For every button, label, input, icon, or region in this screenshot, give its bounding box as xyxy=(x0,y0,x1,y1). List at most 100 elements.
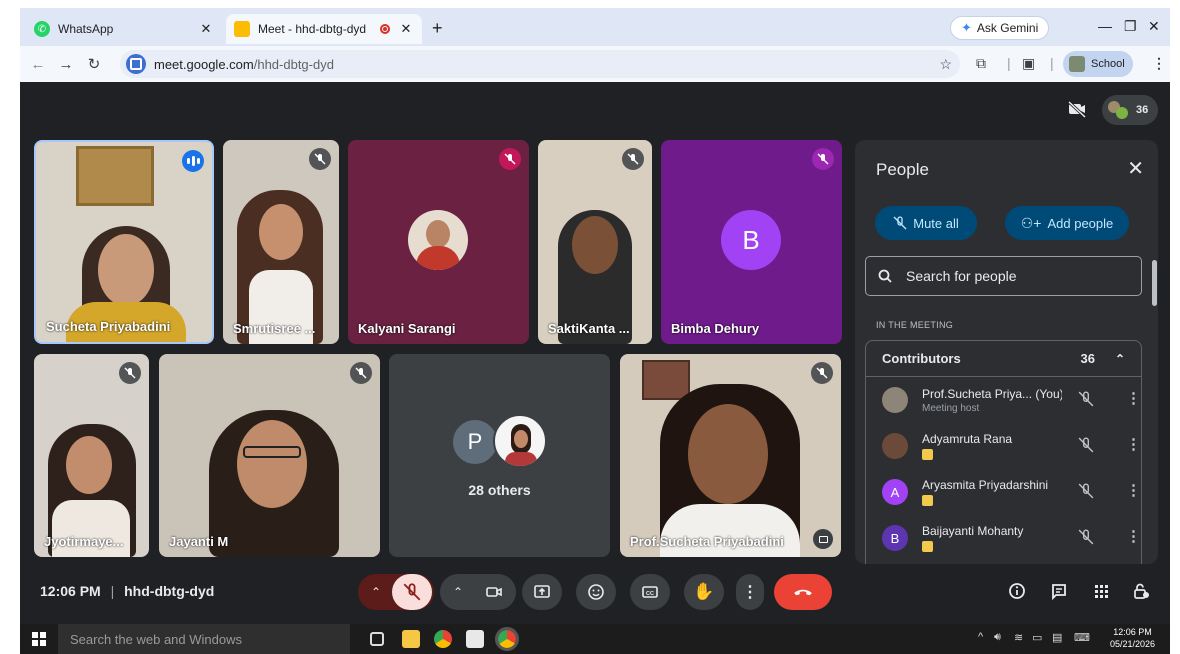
video-tile[interactable]: Smrutisree ... xyxy=(223,140,339,344)
host-controls-button[interactable] xyxy=(1126,576,1156,606)
panel-scrollbar[interactable] xyxy=(1152,260,1157,306)
more-options-button[interactable]: ⋮ xyxy=(736,574,764,610)
close-tab-icon[interactable]: ✕ xyxy=(198,21,214,37)
participant-name: Adyamruta Rana xyxy=(922,432,1013,446)
mic-off-icon xyxy=(893,216,907,230)
add-people-button[interactable]: ⚇+ Add people xyxy=(1005,206,1129,240)
browser-window: ✆ WhatsApp ✕ Meet - hhd-dbtg-dyd ✕ + ✦ A… xyxy=(20,8,1170,654)
bookmark-star-icon[interactable]: ☆ xyxy=(939,56,952,73)
add-person-icon: ⚇+ xyxy=(1020,214,1042,231)
video-tile[interactable]: B Bimba Dehury xyxy=(661,140,842,344)
participant-row[interactable]: B Baijayanti Mohanty ⋮ xyxy=(866,515,1141,561)
chrome-icon[interactable] xyxy=(434,630,452,648)
tile-name: SaktiKanta ... xyxy=(548,321,630,336)
store-icon[interactable] xyxy=(466,630,484,648)
volume-icon[interactable]: 🔊︎ xyxy=(994,631,1001,644)
raise-hand-button[interactable]: ✋ xyxy=(684,574,724,610)
file-explorer-icon[interactable] xyxy=(402,630,420,648)
back-icon[interactable]: ← xyxy=(24,56,52,73)
tab-title: Meet - hhd-dbtg-dyd xyxy=(258,22,367,36)
video-tile[interactable]: Kalyani Sarangi xyxy=(348,140,529,344)
mic-off-icon[interactable] xyxy=(1078,391,1094,407)
close-window-button[interactable]: ✕ xyxy=(1148,18,1160,35)
participant-row[interactable]: A Aryasmita Priyadarshini ⋮ xyxy=(866,469,1141,515)
recording-icon xyxy=(380,24,390,34)
chat-button[interactable] xyxy=(1044,576,1074,606)
person-face xyxy=(259,204,303,260)
person-face xyxy=(572,216,618,274)
captions-button[interactable]: CC xyxy=(630,574,670,610)
meeting-info: 12:06 PM | hhd-dbtg-dyd xyxy=(40,583,214,599)
camera-off-indicator-icon[interactable] xyxy=(1066,98,1090,130)
tab-title: WhatsApp xyxy=(58,22,114,36)
keyboard-icon[interactable]: ⌨ xyxy=(1074,631,1090,644)
notes-icon[interactable]: ▤ xyxy=(1052,631,1062,644)
mute-all-button[interactable]: Mute all xyxy=(875,206,977,240)
profile-photo xyxy=(493,414,547,468)
expand-tile-icon[interactable] xyxy=(813,529,833,549)
more-options-icon[interactable]: ⋮ xyxy=(1126,481,1141,499)
activities-button[interactable] xyxy=(1086,576,1116,606)
reload-icon[interactable]: ↻ xyxy=(80,55,108,73)
tile-name: Bimba Dehury xyxy=(671,321,760,336)
present-screen-button[interactable] xyxy=(522,574,562,610)
leave-call-button[interactable] xyxy=(774,574,832,610)
restore-button[interactable]: ❐ xyxy=(1124,18,1137,35)
task-view-icon[interactable] xyxy=(370,632,384,646)
chrome-active-icon[interactable] xyxy=(495,627,519,651)
wifi-icon[interactable]: ≋ xyxy=(1014,631,1023,644)
more-options-icon[interactable]: ⋮ xyxy=(1126,435,1141,453)
video-tile[interactable]: Prof.Sucheta Priyabadini xyxy=(620,354,841,557)
video-tile[interactable]: SaktiKanta ... xyxy=(538,140,652,344)
address-bar[interactable]: meet.google.com/hhd-dbtg-dyd ☆ xyxy=(120,50,960,78)
close-tab-icon[interactable]: ✕ xyxy=(398,21,414,37)
more-options-icon[interactable]: ⋮ xyxy=(1126,527,1141,545)
ask-gemini-button[interactable]: ✦ Ask Gemini xyxy=(950,16,1050,40)
tray-chevron-icon[interactable]: ^ xyxy=(978,631,983,643)
participant-row[interactable]: Adyamruta Rana ⋮ xyxy=(866,423,1141,469)
participant-row[interactable]: Prof.Sucheta Priya... (You) Meeting host… xyxy=(866,377,1141,423)
minimize-button[interactable]: — xyxy=(1098,18,1112,34)
mic-options-chevron-icon[interactable]: ⌃ xyxy=(360,585,392,599)
section-label: IN THE MEETING xyxy=(876,320,954,330)
mic-off-icon[interactable] xyxy=(1078,483,1094,499)
divider: | xyxy=(1050,55,1054,71)
new-tab-button[interactable]: + xyxy=(432,18,443,39)
camera-control-group: ⌃ xyxy=(440,574,516,610)
mic-off-icon[interactable] xyxy=(1078,437,1094,453)
video-tile[interactable]: Jyotirmaye... xyxy=(34,354,149,557)
battery-icon[interactable]: ▭ xyxy=(1032,631,1042,644)
meet-icon xyxy=(234,21,250,37)
menu-icon[interactable]: ⋮ xyxy=(1152,55,1166,72)
clock-time: 12:06 PM xyxy=(1113,627,1152,637)
reading-mode-icon[interactable]: ▣ xyxy=(1022,55,1035,72)
reactions-button[interactable] xyxy=(576,574,616,610)
mic-off-icon xyxy=(403,583,421,601)
tab-meet[interactable]: Meet - hhd-dbtg-dyd ✕ xyxy=(226,14,422,44)
chevron-up-icon[interactable]: ⌃ xyxy=(1115,352,1125,366)
taskbar-clock[interactable]: 12:06 PM 05/21/2026 xyxy=(1110,626,1155,650)
contributor-badge-icon xyxy=(922,541,933,552)
video-tile[interactable]: Sucheta Priyabadini xyxy=(34,140,214,344)
mic-off-icon[interactable] xyxy=(1078,529,1094,545)
windows-start-icon[interactable] xyxy=(32,632,46,646)
close-panel-icon[interactable]: ✕ xyxy=(1127,156,1144,181)
camera-toggle-button[interactable] xyxy=(474,583,514,601)
contributors-header[interactable]: Contributors 36 ⌃ xyxy=(866,341,1141,377)
site-info-icon[interactable] xyxy=(126,54,146,74)
mic-control-group: ⌃ xyxy=(358,574,434,610)
search-people-input[interactable] xyxy=(906,268,1126,284)
tab-whatsapp[interactable]: ✆ WhatsApp ✕ xyxy=(26,14,222,44)
video-tile[interactable]: Jayanti M xyxy=(159,354,380,557)
forward-icon[interactable]: → xyxy=(52,56,80,73)
others-tile[interactable]: P 28 others xyxy=(389,354,610,557)
meeting-details-button[interactable] xyxy=(1002,576,1032,606)
microphone-toggle-button[interactable] xyxy=(392,574,432,610)
more-options-icon[interactable]: ⋮ xyxy=(1126,389,1141,407)
profile-button[interactable]: School xyxy=(1063,51,1133,77)
extensions-icon[interactable]: ⧉ xyxy=(976,55,986,72)
search-people-field[interactable] xyxy=(865,256,1142,296)
participants-count-button[interactable]: 36 xyxy=(1102,95,1158,125)
taskbar-search[interactable]: Search the web and Windows xyxy=(58,624,350,654)
camera-options-chevron-icon[interactable]: ⌃ xyxy=(442,585,474,599)
